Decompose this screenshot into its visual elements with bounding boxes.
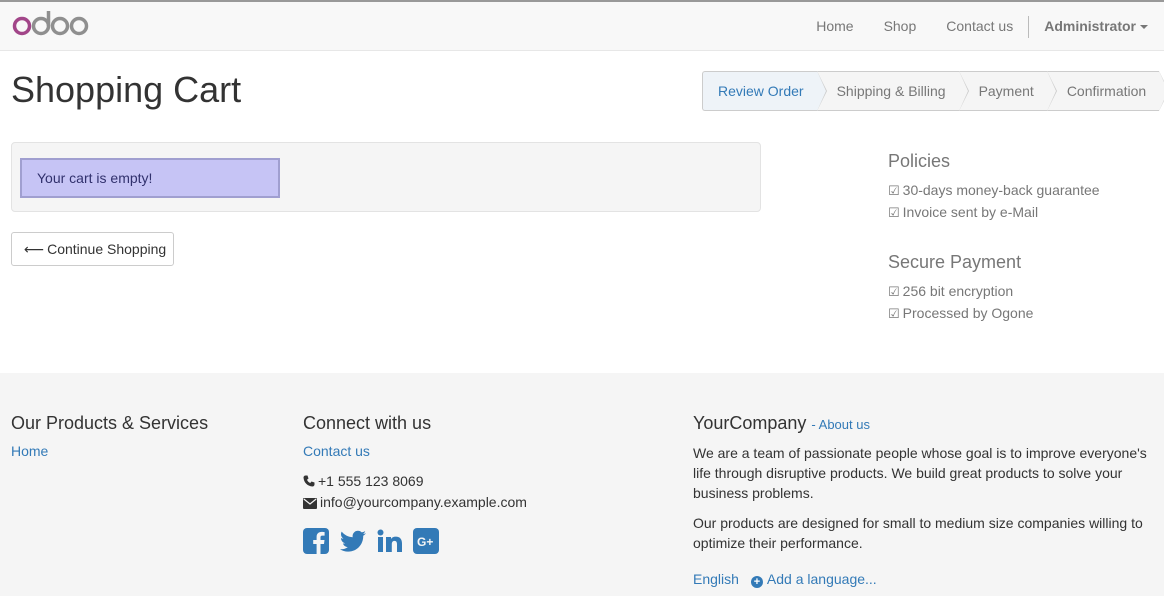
add-language-link[interactable]: Add a language...: [767, 571, 877, 587]
wizard-step-confirmation[interactable]: Confirmation: [1046, 71, 1164, 111]
policies-section: Policies ☑ 30-days money-back guarantee ☑…: [888, 150, 1100, 224]
arrow-left-icon: ⟵: [24, 242, 45, 258]
wizard-step-payment[interactable]: Payment: [958, 71, 1057, 111]
empty-cart-alert: Your cart is empty!: [20, 158, 280, 198]
wizard-step-label: Shipping & Billing: [836, 83, 946, 99]
about-paragraph-1: We are a team of passionate people whose…: [693, 445, 1147, 501]
about-paragraph-2: Our products are designed for small to m…: [693, 515, 1143, 551]
secure-payment-section: Secure Payment ☑ 256 bit encryption ☑ Proc…: [888, 251, 1033, 325]
connect-title: Connect with us: [303, 413, 432, 433]
step-arrow-fill: [816, 71, 826, 111]
secure-payment-title: Secure Payment: [888, 252, 1022, 272]
checkbox-icon: ☑: [888, 184, 900, 199]
footer-link-contact[interactable]: Contact us: [303, 441, 527, 461]
page-title: Shopping Cart: [11, 69, 242, 110]
continue-shopping-button[interactable]: ⟵ Continue Shopping: [11, 232, 174, 266]
checkbox-icon: ☑: [888, 206, 900, 221]
about-us-link[interactable]: - About us: [811, 417, 870, 432]
wizard-step-label: Payment: [978, 83, 1034, 99]
company-name: YourCompany: [693, 413, 807, 433]
linkedin-icon[interactable]: [377, 528, 403, 554]
language-english[interactable]: English: [693, 571, 739, 587]
odoo-logo[interactable]: [12, 9, 90, 41]
wizard-step-label: Review Order: [718, 83, 804, 99]
email-line: info@yourcompany.example.com: [303, 492, 527, 513]
policy-item: ☑ 30-days money-back guarantee: [888, 182, 1100, 199]
checkbox-icon: ☑: [888, 307, 900, 322]
top-navbar: Home Shop Contact us Administrator: [0, 0, 1164, 51]
policies-title: Policies: [888, 151, 951, 171]
step-arrow-fill: [1046, 71, 1056, 111]
wizard-step-shipping-billing[interactable]: Shipping & Billing: [816, 71, 969, 111]
caret-down-icon: [1140, 25, 1148, 30]
checkbox-icon: ☑: [888, 285, 900, 300]
step-arrow-fill: [958, 71, 968, 111]
company-heading: YourCompany - About us: [693, 411, 1153, 437]
footer-link-home[interactable]: Home: [11, 441, 208, 461]
secure-item: ☑ Processed by Ogone: [888, 305, 1034, 322]
footer-connect: Connect with us Contact us +1 555 123 80…: [303, 411, 527, 554]
footer: Our Products & Services Home Connect wit…: [0, 373, 1164, 596]
user-name: Administrator: [1044, 18, 1136, 34]
svg-text:G+: G+: [417, 535, 433, 549]
envelope-icon: [303, 494, 317, 514]
products-title: Our Products & Services: [11, 413, 209, 433]
phone-line: +1 555 123 8069: [303, 471, 527, 492]
email-link[interactable]: info@yourcompany.example.com: [320, 494, 527, 510]
footer-products: Our Products & Services Home: [11, 411, 208, 461]
checkout-wizard: Review Order Shipping & Billing Payment …: [702, 71, 1164, 111]
cart-panel: Your cart is empty!: [11, 142, 761, 212]
language-selector: English + Add a language...: [693, 569, 1153, 589]
wizard-step-review-order[interactable]: Review Order: [702, 71, 827, 111]
continue-shopping-label: Continue Shopping: [47, 241, 167, 257]
secure-item: ☑ 256 bit encryption: [888, 283, 1014, 300]
nav-link-home[interactable]: Home: [801, 2, 868, 51]
footer-about: YourCompany - About us We are a team of …: [693, 411, 1153, 589]
twitter-icon[interactable]: [339, 528, 367, 554]
user-menu[interactable]: Administrator: [1029, 2, 1164, 51]
step-arrow-fill: [1159, 71, 1164, 111]
nav-link-shop[interactable]: Shop: [869, 2, 932, 51]
google-plus-icon[interactable]: G+: [413, 527, 439, 554]
wizard-step-label: Confirmation: [1066, 83, 1147, 99]
plus-circle-icon: +: [750, 576, 763, 588]
nav-link-contact[interactable]: Contact us: [931, 2, 1028, 51]
facebook-icon[interactable]: [303, 527, 329, 554]
social-links: G+: [303, 527, 527, 554]
nav-menu: Home Shop Contact us Administrator: [801, 2, 1164, 51]
phone-icon: [303, 472, 315, 492]
policy-item: ☑ Invoice sent by e-Mail: [888, 204, 1039, 221]
